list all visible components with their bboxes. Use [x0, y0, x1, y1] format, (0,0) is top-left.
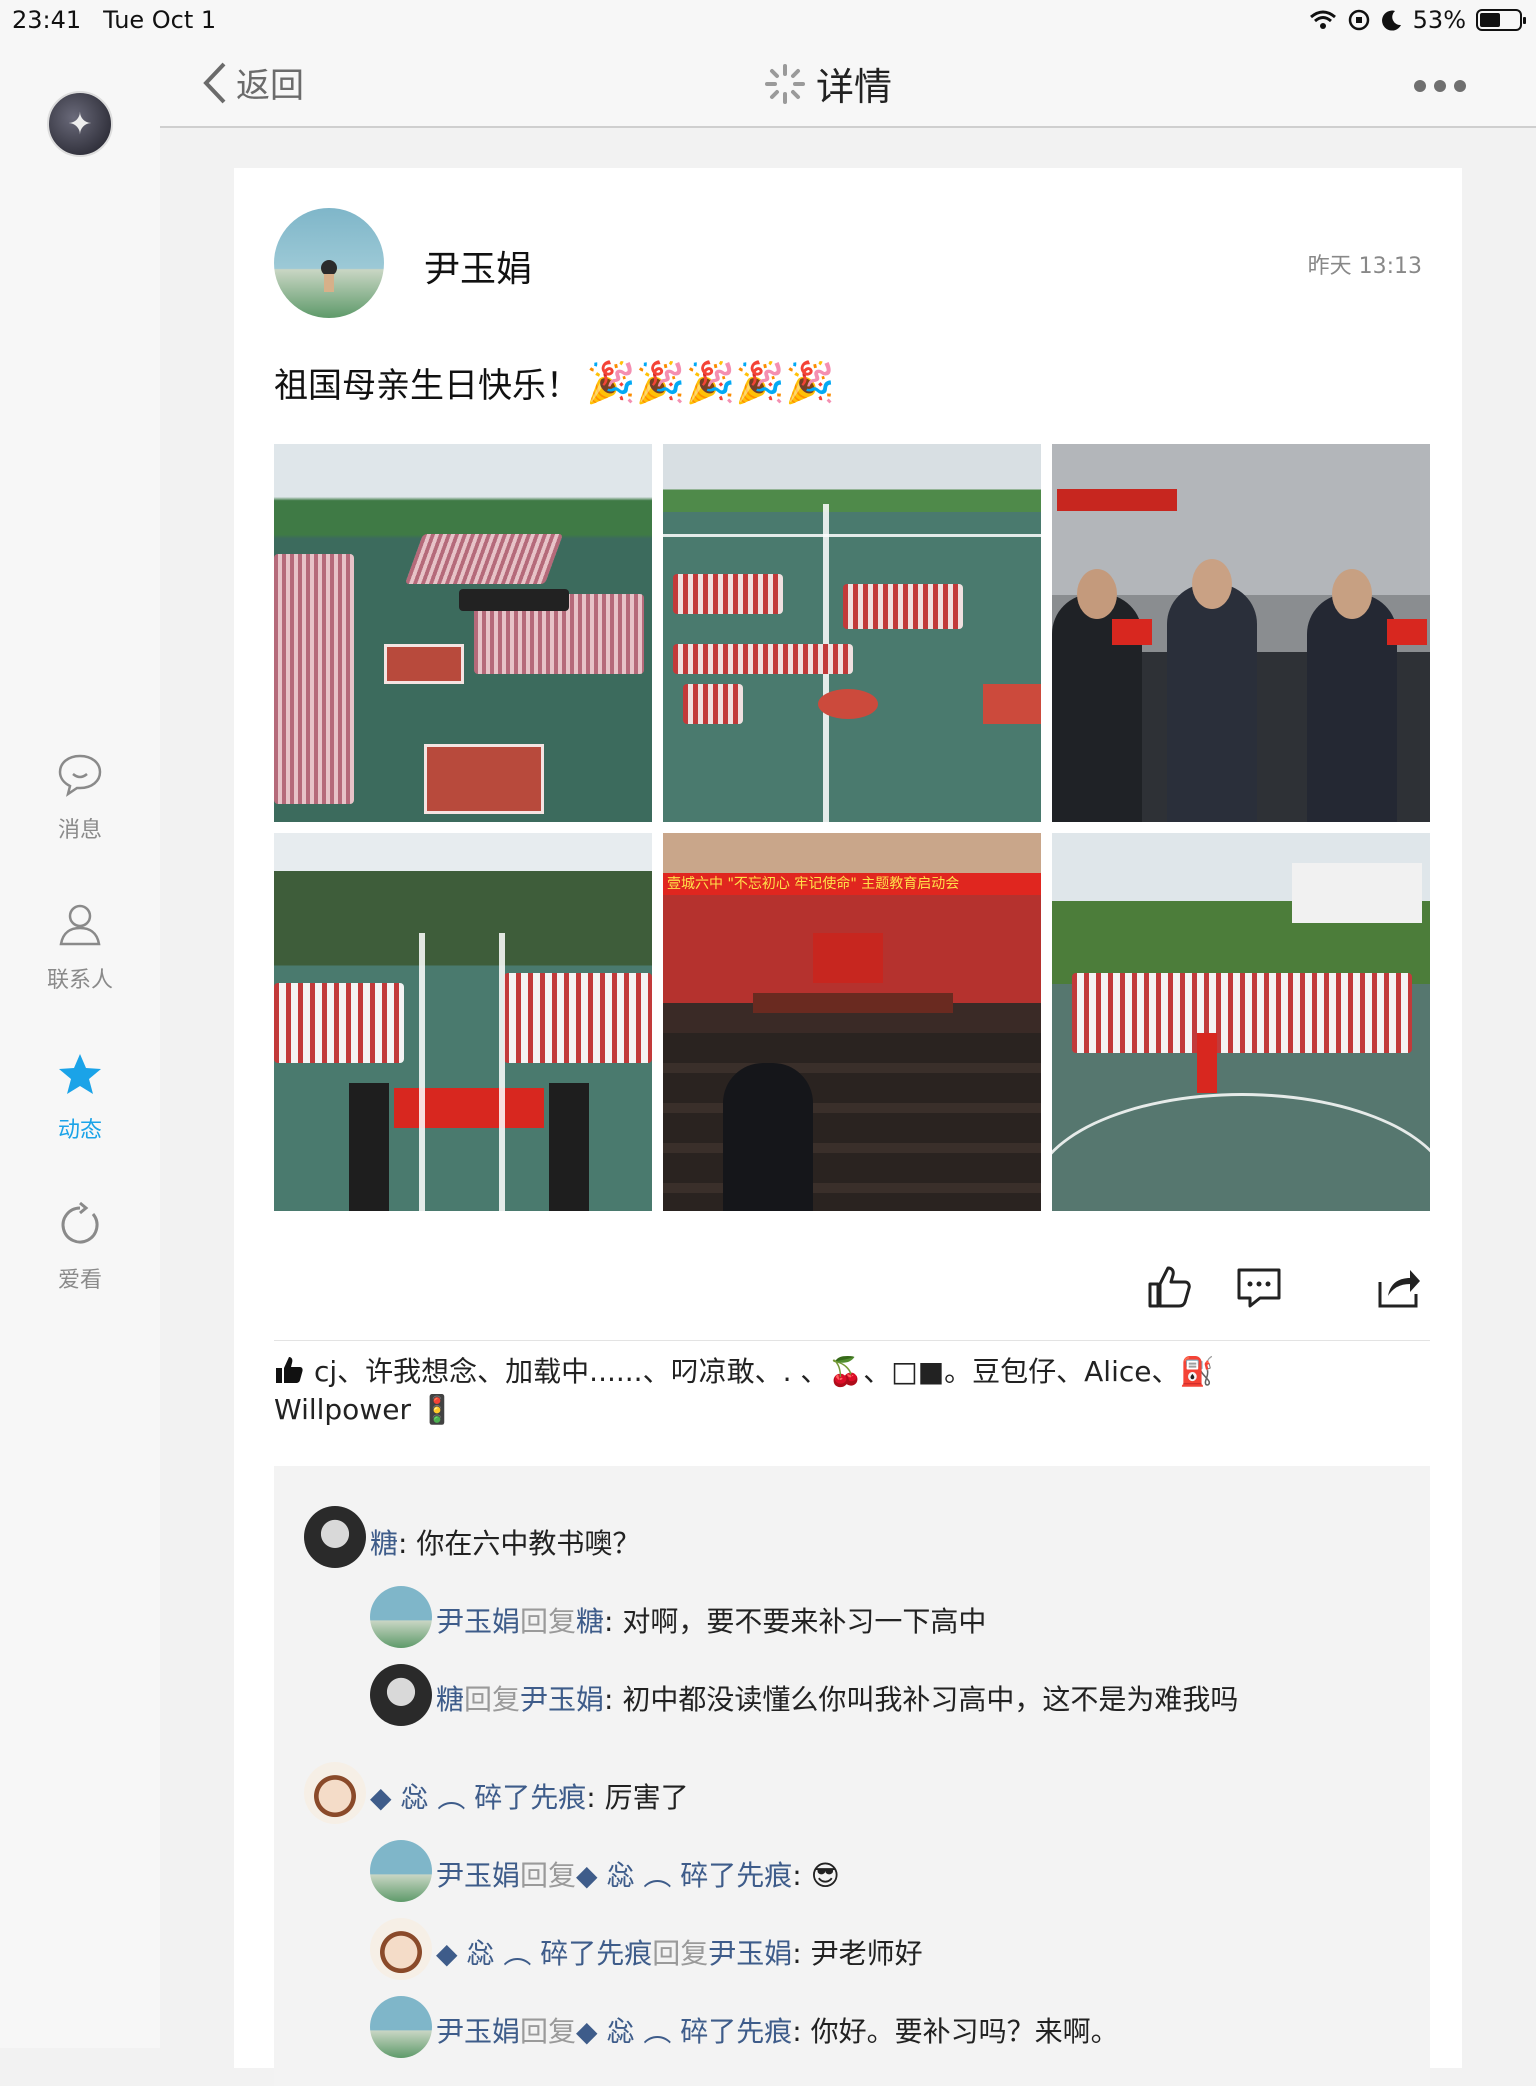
action-bar	[234, 1262, 1462, 1322]
sidebar-item-moments[interactable]: 动态	[0, 1050, 160, 1144]
likes-names[interactable]: cj、许我想念、加载中......、叼凉敢、. 、🍒、□■。豆包仔、Alice、…	[314, 1355, 1214, 1388]
comment-item[interactable]: ◆ 惢 ︵ 碎了先痕: 厉害了	[370, 1776, 689, 1816]
commenter-avatar[interactable]	[370, 1918, 432, 1980]
back-label: 返回	[236, 66, 304, 106]
post-text-body: 祖国母亲生日快乐！	[274, 366, 580, 406]
reply-item[interactable]: 尹玉娟回复◆ 惢 ︵ 碎了先痕: 😎	[436, 1854, 840, 1894]
battery-percent: 53%	[1412, 6, 1466, 34]
page-title-text: 详情	[816, 65, 893, 109]
dot-icon	[1434, 80, 1446, 92]
more-options-button[interactable]	[1414, 80, 1466, 92]
top-nav-bar: 返回 详情	[160, 38, 1536, 128]
person-icon	[59, 904, 101, 946]
photo-2[interactable]	[663, 444, 1041, 822]
wifi-icon	[1309, 10, 1336, 29]
back-button[interactable]: 返回	[200, 58, 304, 107]
star-icon	[59, 1054, 101, 1094]
sidebar-item-label: 消息	[57, 818, 102, 843]
like-icon[interactable]	[1144, 1262, 1194, 1312]
commenter-avatar[interactable]	[370, 1586, 432, 1648]
orientation-lock-icon	[1348, 9, 1369, 31]
likes-list: cj、许我想念、加载中......、叼凉敢、. 、🍒、□■。豆包仔、Alice、…	[274, 1353, 1430, 1429]
chevron-left-icon	[203, 62, 226, 103]
battery-icon	[1476, 9, 1526, 31]
photo-6[interactable]	[1052, 833, 1430, 1211]
sidebar-item-label: 爱看	[57, 1268, 102, 1293]
divider	[274, 1340, 1430, 1341]
post-time: 昨天 13:13	[1307, 254, 1422, 279]
commenter-avatar[interactable]	[370, 1840, 432, 1902]
dot-icon	[1414, 80, 1426, 92]
status-bar: 23:41 Tue Oct 1 53%	[0, 0, 1536, 38]
reply-item[interactable]: ◆ 惢 ︵ 碎了先痕回复尹玉娟: 尹老师好	[436, 1932, 923, 1972]
comment-item[interactable]: 糖: 你在六中教书噢？	[370, 1522, 640, 1562]
sidebar: ✦ 消息 联系人 动态 爱看	[0, 38, 160, 2048]
reply-item[interactable]: 尹玉娟回复糖: 对啊，要不要来补习一下高中	[436, 1600, 986, 1640]
photo-3[interactable]	[1052, 444, 1430, 822]
status-date: Tue Oct 1	[103, 6, 217, 34]
moon-icon	[1381, 10, 1401, 31]
page-title: 详情	[764, 56, 892, 111]
share-icon[interactable]	[1374, 1262, 1424, 1312]
likes-names-more[interactable]: Willpower 🚦	[274, 1393, 455, 1426]
photo-4[interactable]	[274, 833, 652, 1211]
photo-5[interactable]: 壹城六中 "不忘初心 牢记使命" 主题教育启动会	[663, 833, 1041, 1211]
comments-section: 糖: 你在六中教书噢？ 尹玉娟回复糖: 对啊，要不要来补习一下高中 糖回复尹玉娟…	[274, 1466, 1430, 2086]
my-avatar[interactable]: ✦	[47, 91, 113, 157]
status-time: 23:41	[12, 6, 82, 34]
chat-bubble-icon	[58, 754, 102, 797]
photo-1[interactable]	[274, 444, 652, 822]
commenter-avatar[interactable]	[304, 1762, 366, 1824]
comment-icon[interactable]	[1234, 1262, 1284, 1312]
thumbs-up-icon	[276, 1357, 303, 1383]
author-avatar[interactable]	[274, 208, 384, 318]
photo-grid: 壹城六中 "不忘初心 牢记使命" 主题教育启动会	[274, 444, 1430, 1211]
post-card: 尹玉娟 昨天 13:13 祖国母亲生日快乐！ 🎉🎉🎉🎉🎉 壹城六中 "不忘初心 …	[234, 168, 1462, 2086]
loading-spinner-icon	[765, 63, 805, 104]
post-text: 祖国母亲生日快乐！ 🎉🎉🎉🎉🎉	[274, 358, 835, 407]
commenter-avatar[interactable]	[304, 1506, 366, 1568]
commenter-avatar[interactable]	[370, 1664, 432, 1726]
sidebar-item-label: 联系人	[46, 968, 113, 993]
commenter-avatar[interactable]	[370, 1996, 432, 2058]
reply-item[interactable]: 尹玉娟回复◆ 惢 ︵ 碎了先痕: 你好。要补习吗？来啊。	[436, 2010, 1119, 2050]
reply-item[interactable]: 糖回复尹玉娟: 初中都没读懂么你叫我补习高中，这不是为难我吗	[436, 1678, 1238, 1718]
refresh-icon	[61, 1201, 99, 1244]
author-name[interactable]: 尹玉娟	[424, 240, 532, 292]
sidebar-item-contacts[interactable]: 联系人	[0, 900, 160, 994]
sidebar-item-label: 动态	[57, 1118, 102, 1143]
sidebar-item-messages[interactable]: 消息	[0, 750, 160, 844]
party-emoji: 🎉🎉🎉🎉🎉	[586, 360, 836, 406]
banner-sign: 壹城六中 "不忘初心 牢记使命" 主题教育启动会	[663, 873, 1041, 895]
dot-icon	[1454, 80, 1466, 92]
sidebar-item-watch[interactable]: 爱看	[0, 1200, 160, 1294]
